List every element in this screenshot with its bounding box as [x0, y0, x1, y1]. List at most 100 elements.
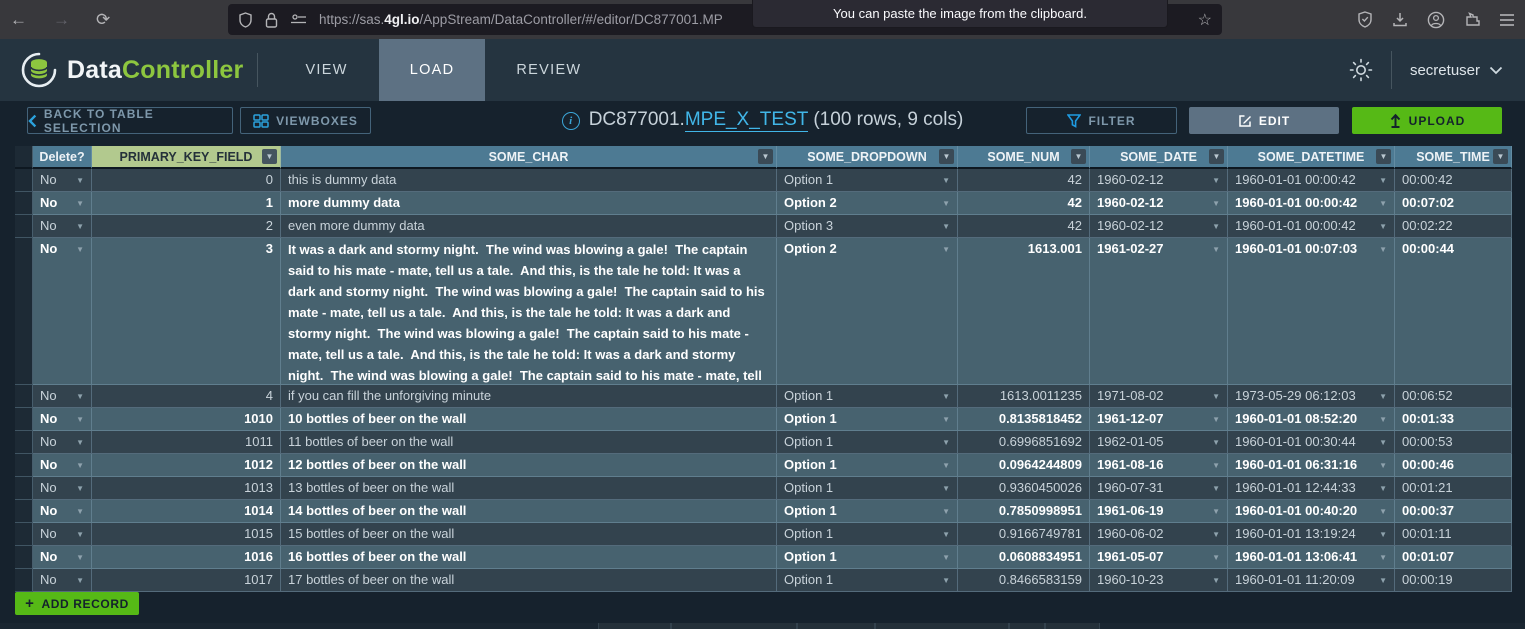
extension-icon[interactable] — [1464, 11, 1480, 28]
row-gutter[interactable] — [15, 408, 33, 431]
cell-datetime[interactable]: 1960-01-01 08:52:20▼ — [1228, 408, 1395, 431]
cell-datetime[interactable]: 1960-01-01 06:31:16▼ — [1228, 454, 1395, 477]
dropdown-caret-icon[interactable]: ▼ — [1212, 410, 1220, 430]
cell-num[interactable]: 0.9166749781 — [958, 523, 1090, 546]
cell-num[interactable]: 42 — [958, 169, 1090, 192]
dropdown-caret-icon[interactable]: ▼ — [942, 171, 950, 191]
info-icon[interactable]: i — [562, 112, 580, 130]
cell-date[interactable]: 1960-02-12▼ — [1090, 215, 1228, 238]
cell-pk[interactable]: 0 — [92, 169, 281, 192]
row-gutter[interactable] — [15, 431, 33, 454]
cell-char[interactable]: 10 bottles of beer on the wall — [281, 408, 777, 431]
row-gutter[interactable] — [15, 477, 33, 500]
column-header-date[interactable]: SOME_DATE▼ — [1090, 146, 1228, 169]
filter-button[interactable]: FILTER — [1026, 107, 1177, 134]
cell-num[interactable]: 0.6996851692 — [958, 431, 1090, 454]
column-header-num[interactable]: SOME_NUM▼ — [958, 146, 1090, 169]
dropdown-caret-icon[interactable]: ▼ — [1379, 387, 1387, 407]
dropdown-caret-icon[interactable]: ▼ — [942, 479, 950, 499]
cell-delete[interactable]: No▼ — [33, 238, 92, 385]
user-chevron-down-icon[interactable] — [1489, 66, 1503, 75]
cell-delete[interactable]: No▼ — [33, 500, 92, 523]
cell-dropdown[interactable]: Option 2▼ — [777, 192, 958, 215]
dropdown-caret-icon[interactable]: ▼ — [1212, 548, 1220, 568]
dropdown-caret-icon[interactable]: ▼ — [76, 548, 84, 568]
cell-time[interactable]: 00:01:33 — [1395, 408, 1512, 431]
row-gutter[interactable] — [15, 238, 33, 385]
dropdown-caret-icon[interactable]: ▼ — [1379, 410, 1387, 430]
add-record-button[interactable]: + ADD RECORD — [15, 592, 139, 615]
column-filter-dropdown-icon[interactable]: ▼ — [1493, 149, 1508, 164]
column-header-delete[interactable]: Delete? — [33, 146, 92, 169]
cell-char[interactable]: if you can fill the unforgiving minute — [281, 385, 777, 408]
dropdown-caret-icon[interactable]: ▼ — [76, 410, 84, 430]
cell-date[interactable]: 1960-02-12▼ — [1090, 169, 1228, 192]
dropdown-caret-icon[interactable]: ▼ — [1379, 456, 1387, 476]
cell-num[interactable]: 0.8466583159 — [958, 569, 1090, 592]
back-to-table-selection-button[interactable]: BACK TO TABLE SELECTION — [27, 107, 233, 134]
dropdown-caret-icon[interactable]: ▼ — [76, 217, 84, 237]
row-gutter[interactable] — [15, 385, 33, 408]
cell-delete[interactable]: No▼ — [33, 523, 92, 546]
cell-delete[interactable]: No▼ — [33, 215, 92, 238]
cell-pk[interactable]: 1012 — [92, 454, 281, 477]
cell-num[interactable]: 42 — [958, 192, 1090, 215]
browser-back-icon[interactable]: ← — [10, 10, 27, 30]
dropdown-caret-icon[interactable]: ▼ — [76, 571, 84, 591]
cell-date[interactable]: 1961-02-27▼ — [1090, 238, 1228, 385]
cell-time[interactable]: 00:06:52 — [1395, 385, 1512, 408]
cell-delete[interactable]: No▼ — [33, 454, 92, 477]
cell-num[interactable]: 1613.0011235 — [958, 385, 1090, 408]
cell-num[interactable]: 0.8135818452 — [958, 408, 1090, 431]
browser-reload-icon[interactable]: ⟳ — [96, 10, 110, 30]
cell-pk[interactable]: 1017 — [92, 569, 281, 592]
dropdown-caret-icon[interactable]: ▼ — [942, 240, 950, 260]
cell-char[interactable]: 11 bottles of beer on the wall — [281, 431, 777, 454]
dropdown-caret-icon[interactable]: ▼ — [1379, 433, 1387, 453]
cell-date[interactable]: 1960-10-23▼ — [1090, 569, 1228, 592]
theme-toggle-sun-icon[interactable] — [1349, 58, 1373, 82]
dropdown-caret-icon[interactable]: ▼ — [1212, 194, 1220, 214]
cell-dropdown[interactable]: Option 3▼ — [777, 215, 958, 238]
dropdown-caret-icon[interactable]: ▼ — [942, 571, 950, 591]
cell-dropdown[interactable]: Option 1▼ — [777, 546, 958, 569]
cell-time[interactable]: 00:00:19 — [1395, 569, 1512, 592]
dropdown-caret-icon[interactable]: ▼ — [1212, 171, 1220, 191]
dropdown-caret-icon[interactable]: ▼ — [1212, 217, 1220, 237]
cell-datetime[interactable]: 1960-01-01 13:06:41▼ — [1228, 546, 1395, 569]
column-header-datetime[interactable]: SOME_DATETIME▼ — [1228, 146, 1395, 169]
dropdown-caret-icon[interactable]: ▼ — [1379, 502, 1387, 522]
dropdown-caret-icon[interactable]: ▼ — [1212, 387, 1220, 407]
dropdown-caret-icon[interactable]: ▼ — [942, 548, 950, 568]
column-header-char[interactable]: SOME_CHAR▼ — [281, 146, 777, 169]
cell-dropdown[interactable]: Option 1▼ — [777, 454, 958, 477]
column-filter-dropdown-icon[interactable]: ▼ — [262, 149, 277, 164]
cell-char[interactable]: 16 bottles of beer on the wall — [281, 546, 777, 569]
cell-time[interactable]: 00:00:37 — [1395, 500, 1512, 523]
dropdown-caret-icon[interactable]: ▼ — [1212, 479, 1220, 499]
dropdown-caret-icon[interactable]: ▼ — [1212, 433, 1220, 453]
dropdown-caret-icon[interactable]: ▼ — [942, 433, 950, 453]
datacontroller-logo[interactable]: DataController — [20, 51, 243, 89]
row-gutter[interactable] — [15, 454, 33, 477]
cell-num[interactable]: 1613.001 — [958, 238, 1090, 385]
cell-pk[interactable]: 1011 — [92, 431, 281, 454]
row-gutter[interactable] — [15, 169, 33, 192]
dropdown-caret-icon[interactable]: ▼ — [1212, 525, 1220, 545]
account-icon[interactable] — [1427, 11, 1445, 29]
cell-pk[interactable]: 2 — [92, 215, 281, 238]
dropdown-caret-icon[interactable]: ▼ — [1212, 502, 1220, 522]
cell-delete[interactable]: No▼ — [33, 169, 92, 192]
column-filter-dropdown-icon[interactable]: ▼ — [758, 149, 773, 164]
cell-dropdown[interactable]: Option 2▼ — [777, 238, 958, 385]
cell-num[interactable]: 0.0608834951 — [958, 546, 1090, 569]
edit-button[interactable]: EDIT — [1189, 107, 1339, 134]
dropdown-caret-icon[interactable]: ▼ — [942, 502, 950, 522]
cell-num[interactable]: 42 — [958, 215, 1090, 238]
cell-delete[interactable]: No▼ — [33, 477, 92, 500]
cell-num[interactable]: 0.0964244809 — [958, 454, 1090, 477]
cell-date[interactable]: 1962-01-05▼ — [1090, 431, 1228, 454]
dropdown-caret-icon[interactable]: ▼ — [1379, 548, 1387, 568]
cell-char[interactable]: 13 bottles of beer on the wall — [281, 477, 777, 500]
cell-char[interactable]: 15 bottles of beer on the wall — [281, 523, 777, 546]
